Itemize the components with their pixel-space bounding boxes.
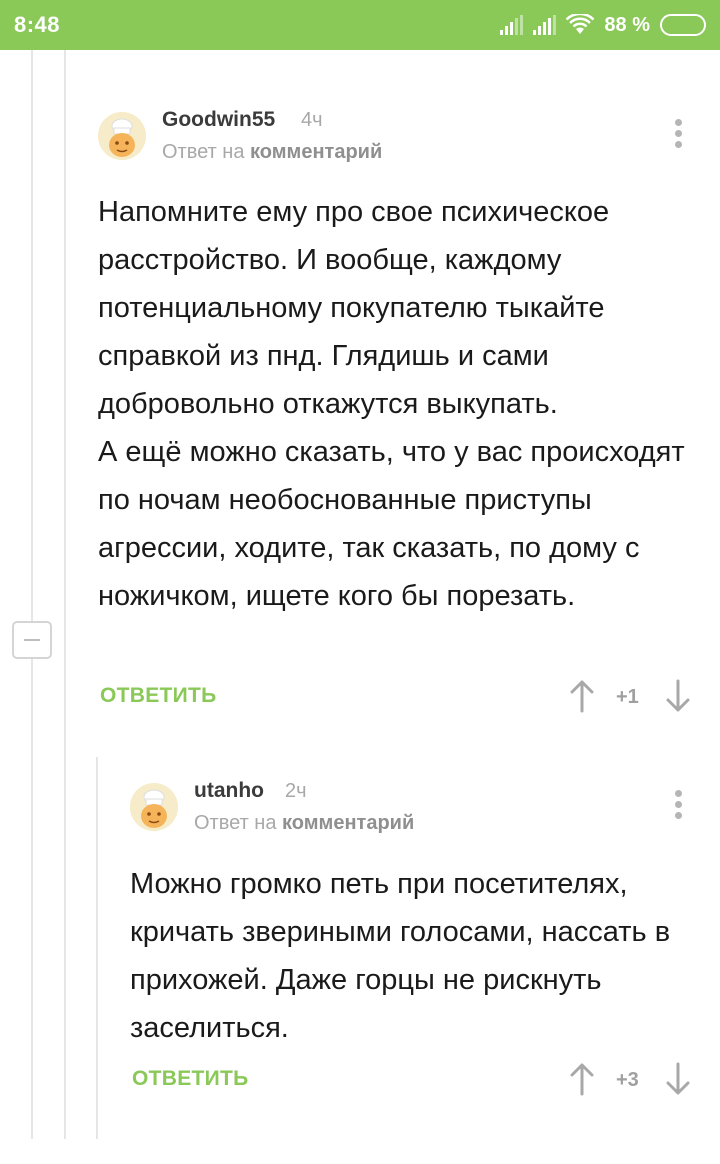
comment-body: Можно громко петь при посетителях, крича… [130, 860, 700, 1052]
avatar[interactable] [130, 783, 178, 831]
reply-to-line: Ответ на комментарий [194, 812, 414, 835]
upvote-arrow-icon[interactable] [570, 1062, 594, 1096]
comment-text: Можно громко петь при посетителях, крича… [130, 868, 671, 1044]
reply-button[interactable]: ОТВЕТИТЬ [132, 1067, 249, 1091]
reply-to-prefix: Ответ на [194, 812, 277, 834]
comment-author[interactable]: utanho [194, 779, 264, 803]
reply-to-link[interactable]: комментарий [282, 812, 414, 834]
rating-count: +3 [616, 1069, 639, 1091]
more-options-icon[interactable] [668, 790, 688, 826]
comment-nested: utanho 2ч Ответ на комментарий Можно гро… [0, 0, 720, 1164]
chef-avatar-icon [130, 783, 178, 831]
comment-time: 2ч [285, 780, 307, 802]
downvote-arrow-icon[interactable] [666, 1062, 690, 1096]
